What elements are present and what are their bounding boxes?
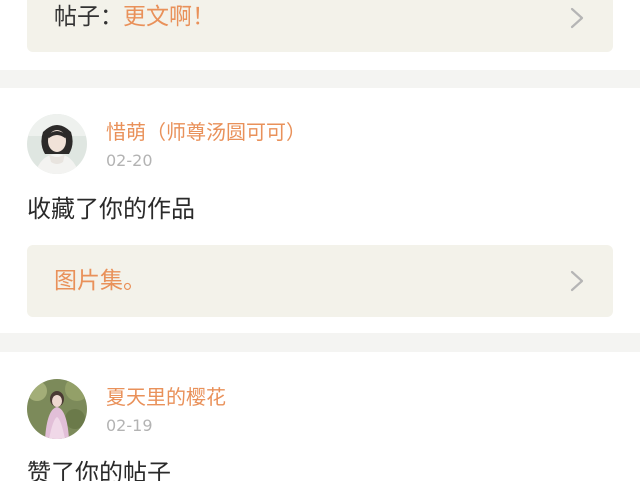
notification-list: 帖子：更文啊！ 惜萌（师尊汤圆可可） 02-20 收藏了你的作品 图片集。 夏天…: [0, 0, 640, 481]
notification-card: 惜萌（师尊汤圆可可） 02-20 收藏了你的作品 图片集。: [0, 88, 640, 333]
notification-card: 夏天里的樱花 02-19 赞了你的帖子: [0, 352, 640, 481]
chevron-right-icon: [568, 269, 586, 293]
referenced-post-link[interactable]: 帖子：更文啊！: [27, 0, 613, 52]
referenced-post-link[interactable]: 图片集。: [27, 245, 613, 317]
ref-title: 图片集。: [54, 268, 146, 294]
notification-card: 帖子：更文啊！: [0, 0, 640, 70]
ref-prefix: 帖子：: [54, 4, 123, 30]
chevron-right-icon: [568, 6, 586, 30]
referenced-post-text: 帖子：更文啊！: [54, 2, 215, 32]
username[interactable]: 惜萌（师尊汤圆可可）: [106, 119, 306, 145]
referenced-post-text: 图片集。: [54, 266, 146, 296]
notification-action-text: 收藏了你的作品: [27, 195, 195, 223]
notification-date: 02-20: [106, 151, 153, 170]
notification-date: 02-19: [106, 416, 153, 435]
username[interactable]: 夏天里的樱花: [106, 384, 226, 410]
notification-action-text: 赞了你的帖子: [27, 459, 171, 481]
user-avatar[interactable]: [27, 114, 87, 174]
user-avatar[interactable]: [27, 379, 87, 439]
ref-title: 更文啊！: [123, 4, 215, 30]
